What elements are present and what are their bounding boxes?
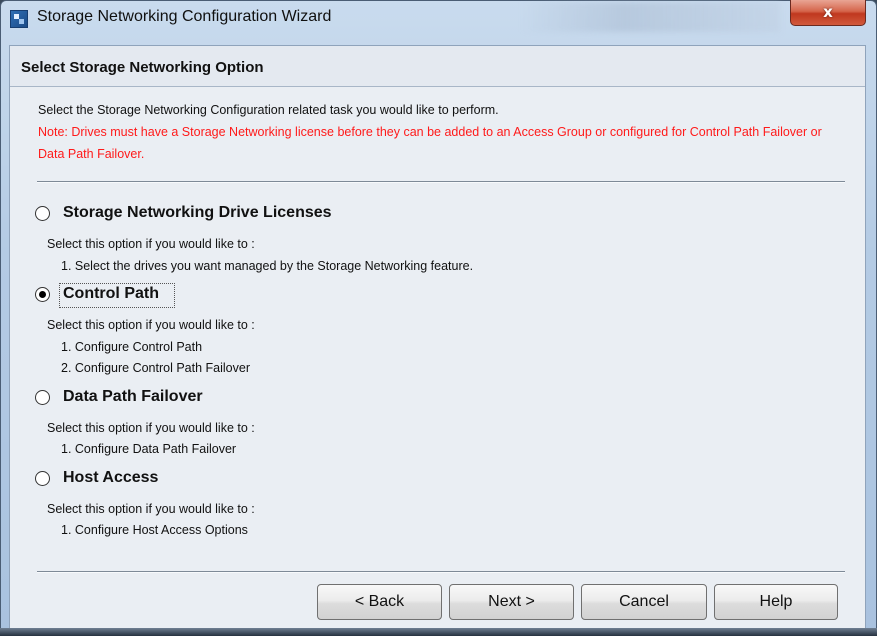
radio-data-path-failover[interactable] bbox=[35, 390, 50, 405]
option-label-host-access[interactable]: Host Access bbox=[63, 469, 158, 487]
radio-host-access[interactable] bbox=[35, 471, 50, 486]
radio-control-path[interactable] bbox=[35, 287, 50, 302]
close-icon: x bbox=[823, 3, 833, 21]
title-bar[interactable]: Storage Networking Configuration Wizard … bbox=[0, 0, 877, 36]
option-item: 1. Configure Control Path bbox=[61, 340, 203, 354]
option-prompt: Select this option if you would like to … bbox=[47, 421, 255, 435]
next-button[interactable]: Next > bbox=[449, 584, 574, 620]
top-divider-highlight bbox=[37, 182, 845, 183]
background-window-blur bbox=[520, 2, 780, 32]
window-title: Storage Networking Configuration Wizard bbox=[37, 8, 332, 25]
option-prompt: Select this option if you would like to … bbox=[47, 318, 255, 332]
page-title: Select Storage Networking Option bbox=[21, 59, 264, 76]
option-item: 2. Configure Control Path Failover bbox=[61, 361, 250, 375]
option-label-control-path[interactable]: Control Path bbox=[63, 285, 159, 303]
radio-drive-licenses[interactable] bbox=[35, 206, 50, 221]
option-item: 1. Configure Data Path Failover bbox=[61, 442, 237, 456]
option-item: 1. Configure Host Access Options bbox=[61, 523, 248, 537]
cancel-button[interactable]: Cancel bbox=[581, 584, 707, 620]
back-button[interactable]: < Back bbox=[317, 584, 442, 620]
bottom-divider-highlight bbox=[37, 572, 845, 573]
license-note: Note: Drives must have a Storage Network… bbox=[38, 125, 822, 161]
app-icon bbox=[10, 10, 28, 28]
help-button[interactable]: Help bbox=[714, 584, 838, 620]
option-prompt: Select this option if you would like to … bbox=[47, 502, 255, 516]
intro-description: Select the Storage Networking Configurat… bbox=[38, 103, 499, 117]
close-button[interactable]: x bbox=[790, 0, 866, 26]
option-label-drive-licenses[interactable]: Storage Networking Drive Licenses bbox=[63, 204, 332, 222]
header-divider bbox=[10, 86, 865, 87]
option-prompt: Select this option if you would like to … bbox=[47, 237, 255, 251]
option-item: 1. Select the drives you want managed by… bbox=[61, 259, 474, 273]
desktop-shadow bbox=[0, 628, 877, 636]
option-label-data-path-failover[interactable]: Data Path Failover bbox=[63, 388, 203, 406]
